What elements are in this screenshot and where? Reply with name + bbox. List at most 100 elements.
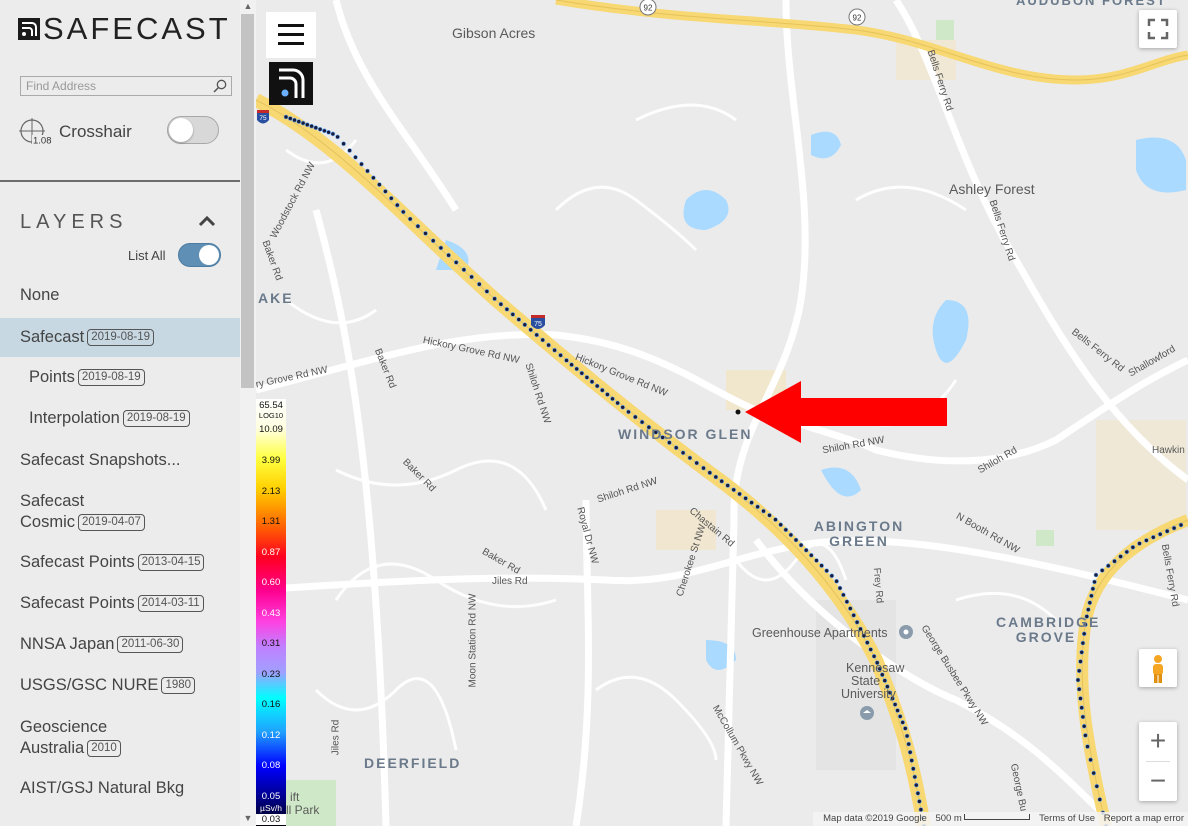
safecast-logo[interactable]: SAFECAST xyxy=(18,13,231,44)
measurement-dot[interactable] xyxy=(615,400,620,406)
layer-item-safecast-snapshots[interactable]: Safecast Snapshots... xyxy=(0,451,240,470)
measurement-dot[interactable] xyxy=(761,508,766,514)
measurement-dot[interactable] xyxy=(313,125,319,130)
measurement-dot[interactable] xyxy=(296,119,302,124)
measurement-dot[interactable] xyxy=(707,470,713,476)
measurement-dot[interactable] xyxy=(534,332,540,338)
measurement-dot[interactable] xyxy=(793,537,799,543)
measurement-dot[interactable] xyxy=(1092,579,1097,585)
measurement-dot[interactable] xyxy=(395,202,400,208)
measurement-dot[interactable] xyxy=(749,500,754,505)
measurement-dot[interactable] xyxy=(510,312,516,317)
measurement-dot[interactable] xyxy=(701,465,706,471)
zoom-in-button[interactable]: + xyxy=(1139,722,1177,760)
measurement-dot[interactable] xyxy=(546,342,551,348)
measurement-dot[interactable] xyxy=(767,512,772,518)
measurement-dot[interactable] xyxy=(719,478,725,484)
menu-button[interactable] xyxy=(266,12,316,58)
measurement-dot[interactable] xyxy=(837,585,843,591)
measurement-dot[interactable] xyxy=(605,392,610,397)
search-icon[interactable] xyxy=(212,78,228,94)
map-view[interactable]: 92 92 75 75 Gibson Acres AUDUBON FOREST … xyxy=(256,0,1188,826)
measurement-dot[interactable] xyxy=(579,370,585,376)
safecast-app-button[interactable] xyxy=(269,62,313,105)
measurement-dot[interactable] xyxy=(1076,686,1082,692)
map-canvas[interactable]: 92 92 75 75 xyxy=(256,0,1188,826)
chevron-up-icon[interactable] xyxy=(198,215,216,227)
measurement-dot[interactable] xyxy=(304,122,310,127)
measurement-dot[interactable] xyxy=(365,168,370,174)
measurement-dot[interactable] xyxy=(626,409,631,415)
measurement-dot[interactable] xyxy=(430,238,436,243)
measurement-dot[interactable] xyxy=(564,358,569,363)
list-all-toggle[interactable] xyxy=(178,243,221,267)
measurement-dot[interactable] xyxy=(1078,659,1083,664)
measurement-dot[interactable] xyxy=(639,419,645,425)
measurement-dot[interactable] xyxy=(1089,593,1094,599)
layer-item-safecast-cosmic[interactable]: Safecast Cosmic 2019-04-07 xyxy=(0,491,240,533)
measurement-dot[interactable] xyxy=(680,450,686,456)
measurement-dot[interactable] xyxy=(743,495,748,501)
sidebar-scrollbar[interactable]: ▲ ▼ xyxy=(240,0,256,826)
measurement-dot[interactable] xyxy=(1124,549,1130,555)
street-view-button[interactable] xyxy=(1139,649,1177,687)
measurement-dot[interactable] xyxy=(317,127,323,132)
layer-item-nnsa-japan[interactable]: NNSA Japan 2011-06-30 xyxy=(0,635,240,654)
measurement-dot[interactable] xyxy=(287,116,293,121)
measurement-dot[interactable] xyxy=(868,647,874,652)
measurement-dot[interactable] xyxy=(788,532,794,538)
measurement-dot[interactable] xyxy=(755,504,760,510)
measurement-dot[interactable] xyxy=(528,327,534,333)
measurement-dot[interactable] xyxy=(504,306,510,312)
layer-item-geoscience-australia[interactable]: Geoscience Australia 2010 xyxy=(0,717,240,759)
measurement-dot[interactable] xyxy=(1081,723,1087,729)
measurement-dot[interactable] xyxy=(569,362,574,368)
measurement-dot[interactable] xyxy=(540,337,546,343)
measurement-dot[interactable] xyxy=(808,552,814,558)
measurement-dot[interactable] xyxy=(1091,770,1097,776)
place-pin-icon[interactable] xyxy=(899,625,913,639)
measurement-dot[interactable] xyxy=(353,155,358,160)
measurement-dot[interactable] xyxy=(1137,541,1142,546)
terms-link[interactable]: Terms of Use xyxy=(1039,813,1095,824)
measurement-dot[interactable] xyxy=(330,131,336,137)
measurement-dot[interactable] xyxy=(1112,558,1117,564)
measurement-dot[interactable] xyxy=(300,120,306,126)
measurement-dot[interactable] xyxy=(401,209,406,215)
measurement-dot[interactable] xyxy=(1157,531,1163,537)
fullscreen-button[interactable] xyxy=(1139,10,1177,48)
measurement-dot[interactable] xyxy=(1085,607,1091,612)
measurement-dot[interactable] xyxy=(917,799,922,804)
measurement-dot[interactable] xyxy=(522,322,528,328)
measurement-dot[interactable] xyxy=(918,807,924,812)
measurement-dot[interactable] xyxy=(1099,568,1105,573)
measurement-dot[interactable] xyxy=(778,522,784,528)
measurement-dot[interactable] xyxy=(900,720,906,725)
measurement-dot[interactable] xyxy=(915,790,921,796)
measurement-dot[interactable] xyxy=(326,130,331,135)
measurement-dot[interactable] xyxy=(552,347,557,353)
measurement-dot[interactable] xyxy=(322,128,327,134)
measurement-dot[interactable] xyxy=(1097,797,1103,802)
measurement-dot[interactable] xyxy=(610,396,615,402)
scroll-up-icon[interactable]: ▲ xyxy=(240,0,256,12)
measurement-dot[interactable] xyxy=(773,517,778,522)
layer-item-points[interactable]: Points 2019-08-19 xyxy=(0,368,240,387)
measurement-dot[interactable] xyxy=(438,245,444,251)
measurement-dot[interactable] xyxy=(783,527,789,533)
measurement-dot[interactable] xyxy=(335,134,340,140)
layer-item-interpolation[interactable]: Interpolation 2019-08-19 xyxy=(0,409,240,428)
map-scale[interactable]: 500 m xyxy=(935,813,1031,824)
measurement-dot[interactable] xyxy=(1130,544,1136,550)
measurement-dot[interactable] xyxy=(341,141,346,146)
layer-item-aist-gsj[interactable]: AIST/GSJ Natural Bkg xyxy=(0,779,240,798)
measurement-dot[interactable] xyxy=(1171,525,1177,531)
measurement-dot[interactable] xyxy=(731,487,737,493)
measurement-dot[interactable] xyxy=(904,733,910,739)
measurement-dot[interactable] xyxy=(1087,600,1093,606)
measurement-dot[interactable] xyxy=(574,366,580,372)
measurement-dot[interactable] xyxy=(1094,783,1100,789)
measurement-dot[interactable] xyxy=(498,301,504,307)
measurement-dot[interactable] xyxy=(415,223,421,229)
measurement-dot[interactable] xyxy=(864,640,870,645)
